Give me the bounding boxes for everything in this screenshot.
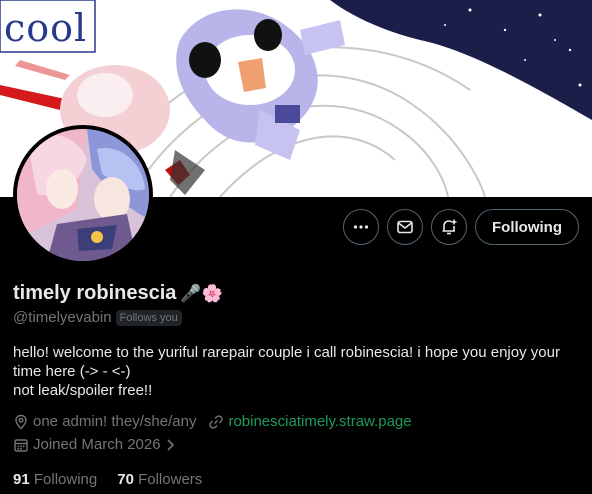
name-emojis: 🎤🌸: [180, 283, 223, 303]
followers-count: 70: [117, 471, 134, 488]
bio-line: hello! welcome to the yuriful rarepair c…: [13, 344, 565, 380]
following-label: Following: [33, 471, 98, 488]
link-icon: [209, 414, 224, 429]
display-name: timely robinescia: [13, 282, 177, 304]
website-item[interactable]: robinesciatimely.straw.page: [208, 413, 412, 430]
bio-line: not leak/spoiler free!!: [13, 382, 153, 399]
profile-actions: Following: [343, 209, 579, 245]
joined-item[interactable]: Joined March 2026: [13, 436, 177, 453]
notification-bell-icon: [442, 219, 457, 235]
joined-date: Joined March 2026: [33, 436, 161, 453]
profile-meta: one admin! they/she/any robinesciatimely…: [13, 413, 412, 430]
follows-you-badge: Follows you: [115, 309, 182, 326]
followers-stat[interactable]: 70 Followers: [117, 471, 202, 488]
chevron-right-icon: [167, 438, 174, 451]
message-icon: [397, 220, 413, 234]
more-button[interactable]: [343, 209, 380, 245]
avatar[interactable]: [13, 125, 153, 265]
website-link[interactable]: robinesciatimely.straw.page: [228, 413, 411, 430]
location-pin-icon: [15, 414, 27, 429]
banner-caption-text: cool: [4, 6, 88, 50]
display-name-row: timely robinescia 🎤🌸: [13, 282, 223, 305]
calendar-icon: [14, 438, 28, 452]
location-item: one admin! they/she/any: [13, 413, 196, 430]
profile-bio: hello! welcome to the yuriful rarepair c…: [13, 343, 583, 400]
followers-label: Followers: [138, 471, 203, 488]
following-count: 91: [13, 471, 30, 488]
message-button[interactable]: [387, 209, 424, 245]
following-button[interactable]: Following: [475, 209, 579, 245]
notify-button[interactable]: [431, 209, 468, 245]
profile-avatar-image: [17, 129, 149, 261]
handle-row: @timelyevabin Follows you: [13, 309, 182, 326]
location-text: one admin! they/she/any: [33, 413, 197, 430]
more-icon: [353, 225, 369, 229]
username-handle: @timelyevabin: [13, 309, 112, 326]
follow-stats: 91 Following 70 Followers: [13, 471, 202, 488]
following-stat[interactable]: 91 Following: [13, 471, 97, 488]
